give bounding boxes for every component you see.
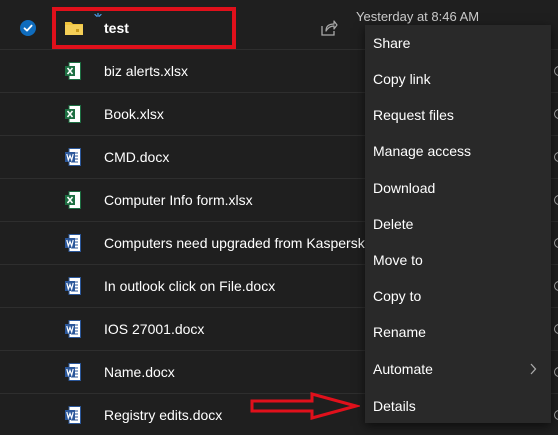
chevron-right-icon xyxy=(530,363,537,375)
menu-item-download[interactable]: Download xyxy=(365,170,551,206)
excel-file-icon xyxy=(65,105,81,123)
menu-item-request-files[interactable]: Request files xyxy=(365,97,551,133)
file-name[interactable]: CMD.docx xyxy=(104,149,169,165)
menu-item-move-to[interactable]: Move to xyxy=(365,242,551,278)
word-file-icon xyxy=(65,148,81,166)
menu-item-share[interactable]: Share xyxy=(365,25,551,61)
file-browser-page: test Yesterday at 8:46 AM biz alerts.xls… xyxy=(0,0,558,435)
menu-item-delete[interactable]: Delete xyxy=(365,206,551,242)
row-status-icon xyxy=(554,109,558,119)
word-file-icon xyxy=(65,234,81,252)
modified-date: Yesterday at 8:46 AM xyxy=(356,9,480,24)
file-name[interactable]: Computers need upgraded from Kaspersky xyxy=(104,235,372,251)
share-icon[interactable] xyxy=(320,20,338,36)
row-status-icon xyxy=(554,195,558,205)
row-status-icon xyxy=(554,66,558,76)
menu-item-manage-access[interactable]: Manage access xyxy=(365,133,551,169)
row-status-icon xyxy=(554,367,558,377)
check-circle-icon[interactable] xyxy=(20,20,36,36)
file-name[interactable]: biz alerts.xlsx xyxy=(104,63,188,79)
word-file-icon xyxy=(65,406,81,424)
row-status-icon xyxy=(554,324,558,334)
row-status-icon xyxy=(554,281,558,291)
file-name[interactable]: Name.docx xyxy=(104,364,175,380)
file-name[interactable]: Computer Info form.xlsx xyxy=(104,192,253,208)
menu-item-label: Request files xyxy=(373,107,454,123)
menu-item-label: Manage access xyxy=(373,143,472,159)
menu-item-copy-link[interactable]: Copy link xyxy=(365,61,551,97)
menu-item-details[interactable]: Details xyxy=(365,388,551,424)
menu-item-label: Share xyxy=(373,35,411,51)
menu-item-label: Move to xyxy=(373,252,423,268)
context-menu: Share Copy link Request files Manage acc… xyxy=(365,25,551,423)
menu-item-rename[interactable]: Rename xyxy=(365,314,551,350)
file-name[interactable]: IOS 27001.docx xyxy=(104,321,204,337)
excel-file-icon xyxy=(65,191,81,209)
word-file-icon xyxy=(65,320,81,338)
menu-item-label: Details xyxy=(373,398,416,414)
menu-item-label: Delete xyxy=(373,216,414,232)
menu-item-automate[interactable]: Automate xyxy=(365,351,551,387)
file-name[interactable]: test xyxy=(104,20,129,36)
file-name[interactable]: Book.xlsx xyxy=(104,106,164,122)
word-file-icon xyxy=(65,363,81,381)
row-status-icon xyxy=(554,152,558,162)
row-status-icon xyxy=(554,410,558,420)
word-file-icon xyxy=(65,277,81,295)
menu-item-label: Download xyxy=(373,180,436,196)
menu-item-copy-to[interactable]: Copy to xyxy=(365,278,551,314)
menu-item-label: Rename xyxy=(373,324,426,340)
file-name[interactable]: In outlook click on File.docx xyxy=(104,278,275,294)
new-item-sparkle-icon xyxy=(94,13,102,17)
menu-item-label: Automate xyxy=(373,361,433,377)
menu-item-label: Copy to xyxy=(373,288,422,304)
menu-item-label: Copy link xyxy=(373,71,431,87)
excel-file-icon xyxy=(65,62,81,80)
file-name[interactable]: Registry edits.docx xyxy=(104,407,222,423)
row-status-icon xyxy=(554,238,558,248)
folder-icon xyxy=(65,22,83,35)
